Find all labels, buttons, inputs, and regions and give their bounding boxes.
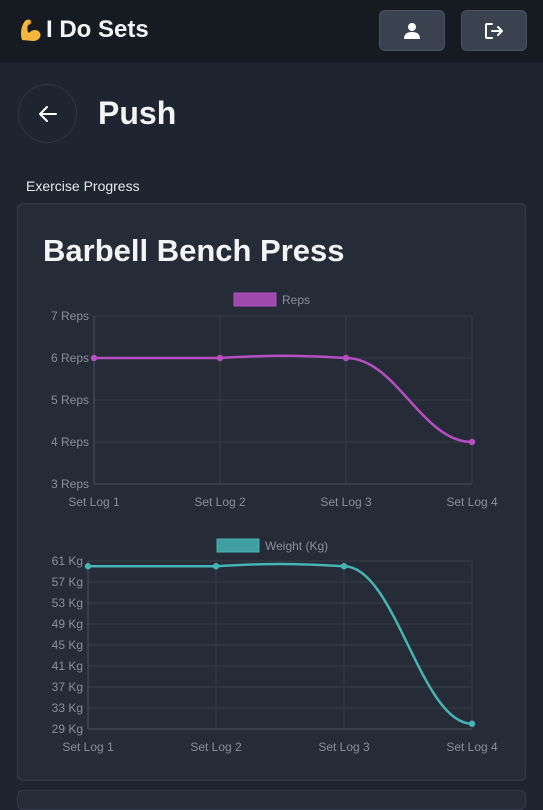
y-tick-label: 49 Kg xyxy=(52,617,83,631)
y-tick-label: 33 Kg xyxy=(52,701,83,715)
x-tick-label: Set Log 3 xyxy=(320,495,372,509)
data-point xyxy=(90,354,98,362)
x-tick-label: Set Log 4 xyxy=(446,495,498,509)
flexed-biceps-icon xyxy=(21,19,41,41)
y-tick-label: 41 Kg xyxy=(52,659,83,673)
app-title: I Do Sets xyxy=(46,16,149,43)
series-line xyxy=(94,354,473,444)
x-tick-label: Set Log 3 xyxy=(318,740,370,754)
logout-button[interactable] xyxy=(461,10,527,51)
user-icon xyxy=(404,22,420,39)
legend-label: Reps xyxy=(282,293,310,307)
logout-icon xyxy=(485,22,503,39)
y-tick-label: 4 Reps xyxy=(51,435,89,449)
legend-swatch xyxy=(233,292,277,307)
x-tick-label: Set Log 1 xyxy=(62,740,114,754)
arrow-left-icon xyxy=(38,105,57,122)
weight-chart: Weight (Kg) 29 Kg 33 Kg 37 Kg 41 Kg 45 Kg 49 K… xyxy=(52,538,498,754)
y-tick-label: 6 Reps xyxy=(51,351,89,365)
back-button[interactable] xyxy=(18,84,77,143)
x-tick-label: Set Log 2 xyxy=(190,740,242,754)
reps-chart: Reps 3 Reps 4 Reps 5 Reps 6 Reps 7 Reps Set Lo… xyxy=(51,292,498,509)
top-navbar: I Do Sets xyxy=(0,0,543,63)
data-point xyxy=(342,354,350,362)
legend-label: Weight (Kg) xyxy=(265,539,328,553)
y-tick-label: 7 Reps xyxy=(51,309,89,323)
profile-button[interactable] xyxy=(379,10,445,51)
exercise-name: Barbell Bench Press xyxy=(43,233,345,268)
x-tick-label: Set Log 1 xyxy=(68,495,120,509)
data-point xyxy=(340,563,348,570)
y-tick-label: 45 Kg xyxy=(52,638,83,652)
y-tick-label: 61 Kg xyxy=(52,554,83,568)
series-line xyxy=(88,562,473,725)
x-tick-label: Set Log 2 xyxy=(194,495,246,509)
data-point xyxy=(468,438,476,446)
x-tick-label: Set Log 4 xyxy=(446,740,498,754)
y-tick-label: 53 Kg xyxy=(52,596,83,610)
data-point xyxy=(468,720,476,727)
data-point xyxy=(84,563,92,570)
section-label: Exercise Progress xyxy=(26,178,140,194)
y-tick-label: 3 Reps xyxy=(51,477,89,491)
next-exercise-card xyxy=(17,790,526,810)
data-point xyxy=(216,354,224,362)
page-title: Push xyxy=(98,95,177,131)
y-tick-label: 5 Reps xyxy=(51,393,89,407)
y-tick-label: 57 Kg xyxy=(52,575,83,589)
y-tick-label: 37 Kg xyxy=(52,680,83,694)
y-tick-label: 29 Kg xyxy=(52,722,83,736)
data-point xyxy=(212,563,220,570)
app-brand[interactable]: I Do Sets xyxy=(18,16,149,44)
legend-swatch xyxy=(216,538,260,553)
